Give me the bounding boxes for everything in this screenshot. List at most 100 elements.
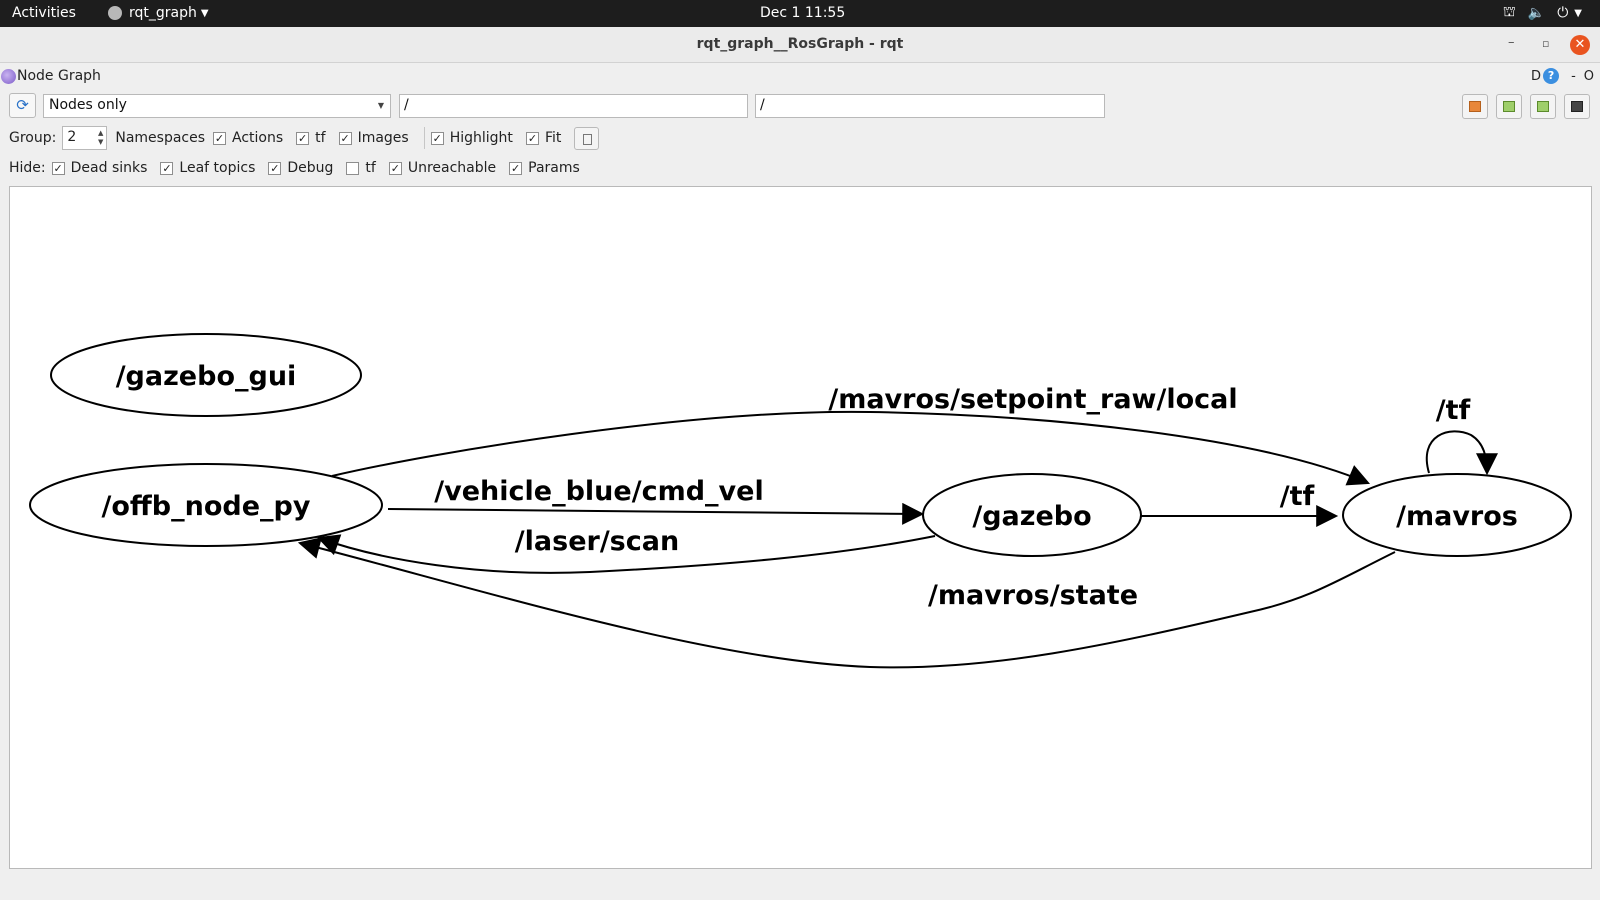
node-label: /gazebo [972,501,1091,532]
hide-label: Hide: [9,160,46,176]
window-title: rqt_graph__RosGraph - rqt [696,36,904,52]
checkbox-box[interactable]: ✓ [51,161,65,175]
save-image-button[interactable] [1564,94,1590,119]
node-mavros[interactable]: /mavros [1342,473,1572,557]
checkbox-label: Highlight [449,130,513,146]
plugin-controls: D ? - O [1531,68,1594,84]
node-gazebo[interactable]: /gazebo [922,473,1142,557]
load-dot-button[interactable] [1462,94,1488,119]
edge-setpoint-raw[interactable] [331,410,1371,486]
network-icon[interactable]: ⛫ [1503,4,1516,22]
divider [423,127,425,149]
app-menu-label: rqt_graph [129,5,197,21]
close-button[interactable]: ✕ [1570,35,1590,55]
group-options-row: Group: 2 ▲ ▼ Namespaces ✓ Actions ✓ tf ✓… [9,126,600,150]
app-icon [108,6,122,20]
save-icon [1537,101,1549,112]
graph-canvas[interactable]: /gazebo_gui /offb_node_py /gazebo /mavro… [9,186,1592,869]
help-icon[interactable]: ? [1543,68,1560,84]
checkbox-label: Debug [287,160,334,176]
fit-checkbox[interactable]: ✓ Fit [525,130,561,146]
checkbox-box[interactable] [346,161,360,175]
system-top-bar: Activities rqt_graph ▼ Dec 1 11:55 ⛫ 🔈 ⏻… [0,0,1600,27]
save-icon [1503,101,1515,112]
refresh-icon: ⟳ [16,96,29,114]
leaf-topics-checkbox[interactable]: ✓ Leaf topics [160,160,255,176]
checkbox-box[interactable]: ✓ [160,161,174,175]
edge-label-cmd-vel: /vehicle_blue/cmd_vel [434,476,763,507]
chevron-down-icon: ▼ [200,7,209,19]
checkbox-label: tf [365,160,376,176]
node-offb-node-py[interactable]: /offb_node_py [29,463,383,547]
unreachable-checkbox[interactable]: ✓ Unreachable [388,160,497,176]
actions-checkbox[interactable]: ✓ Actions [213,130,283,146]
graph-mode-select[interactable]: Nodes only ▼ [43,94,391,118]
edge-tf-self-loop[interactable] [1425,430,1498,476]
graph-mode-value: Nodes only [49,97,127,113]
system-tray[interactable]: ⛫ 🔈 ⏻ ▼ [1503,4,1582,22]
highlight-checkbox[interactable]: ✓ Highlight [430,130,513,146]
hide-options-row: Hide: ✓ Dead sinks ✓ Leaf topics ✓ Debug… [9,156,593,180]
checkbox-label: tf [315,130,326,146]
fit-in-view-button[interactable] [574,126,600,150]
close-plugin-button[interactable]: O [1584,69,1594,84]
edge-label-laser-scan: /laser/scan [515,526,679,557]
open-folder-icon [1469,101,1481,112]
ros-graph-svg[interactable]: /gazebo_gui /offb_node_py /gazebo /mavro… [10,187,1591,868]
params-checkbox[interactable]: ✓ Params [509,160,580,176]
images-checkbox[interactable]: ✓ Images [338,130,409,146]
edge-mavros-state[interactable] [297,537,1396,669]
save-dot-button[interactable] [1496,94,1522,119]
refresh-button[interactable]: ⟳ [9,93,36,118]
chevron-down-icon: ▼ [377,101,384,110]
image-icon [1571,101,1583,112]
group-spinbox[interactable]: 2 ▲ ▼ [62,126,108,150]
dock-button[interactable]: D [1531,69,1541,84]
checkbox-box[interactable]: ✓ [525,131,539,145]
chevron-down-icon[interactable]: ▼ [1574,8,1582,19]
checkbox-label: Actions [232,130,284,146]
checkbox-label: Dead sinks [70,160,148,176]
checkbox-label: Params [528,160,580,176]
spin-down-icon[interactable]: ▼ [98,138,103,146]
checkbox-box[interactable]: ✓ [388,161,402,175]
save-svg-button[interactable] [1530,94,1556,119]
node-label: /mavros [1396,501,1518,532]
power-icon[interactable]: ⏻ [1557,5,1568,21]
topic-filter-input[interactable]: / [755,94,1105,118]
edge-label-tf: /tf [1280,481,1315,512]
activities-button[interactable]: Activities [12,5,76,21]
rqt-plugin-icon [1,69,16,84]
tf-group-checkbox[interactable]: ✓ tf [296,130,326,146]
spin-up-icon[interactable]: ▲ [98,129,103,137]
checkbox-label: Leaf topics [179,160,256,176]
volume-icon[interactable]: 🔈 [1528,5,1545,21]
plugin-title: Node Graph [17,68,101,84]
plugin-title-bar: Node Graph D ? - O [0,64,1600,90]
node-label: /offb_node_py [102,491,311,522]
checkbox-box[interactable]: ✓ [509,161,523,175]
node-label: /gazebo_gui [116,361,297,392]
minimize-plugin-button[interactable]: - [1571,69,1576,84]
window-title-bar[interactable]: rqt_graph__RosGraph - rqt – ▫ ✕ [0,27,1600,63]
checkbox-label: Unreachable [407,160,497,176]
tf-hide-checkbox[interactable]: tf [346,160,376,176]
checkbox-box[interactable]: ✓ [430,131,444,145]
checkbox-box[interactable]: ✓ [296,131,310,145]
app-menu[interactable]: rqt_graph ▼ [108,5,209,21]
edge-cmd-vel[interactable] [387,502,925,525]
namespace-filter-input[interactable]: / [399,94,748,118]
namespaces-label: Namespaces [115,130,206,146]
maximize-button[interactable]: ▫ [1542,37,1549,50]
minimize-button[interactable]: – [1508,35,1515,50]
checkbox-box[interactable]: ✓ [268,161,282,175]
checkbox-box[interactable]: ✓ [338,131,352,145]
clock[interactable]: Dec 1 11:55 [760,5,845,21]
debug-checkbox[interactable]: ✓ Debug [268,160,333,176]
group-value: 2 [67,129,77,145]
node-gazebo-gui[interactable]: /gazebo_gui [50,333,362,417]
dead-sinks-checkbox[interactable]: ✓ Dead sinks [51,160,148,176]
group-label: Group: [9,130,57,146]
checkbox-label: Images [357,130,409,146]
checkbox-box[interactable]: ✓ [213,131,227,145]
